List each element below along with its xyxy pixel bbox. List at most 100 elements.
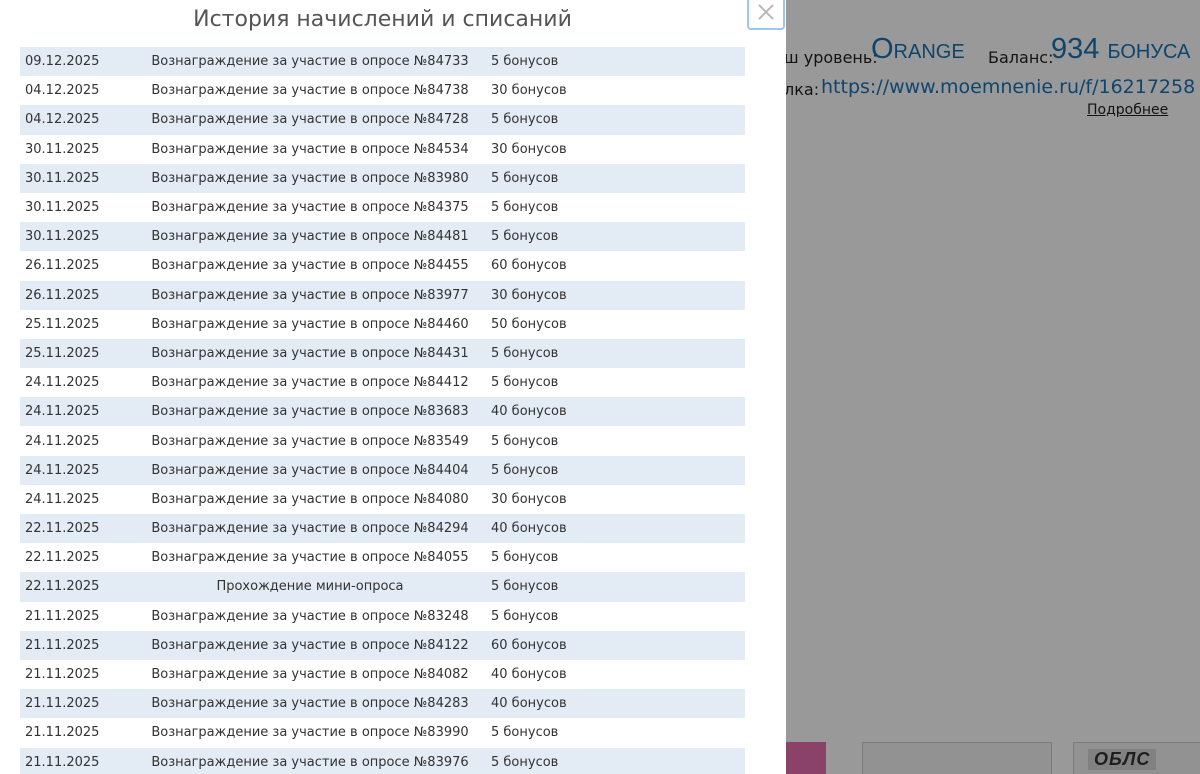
- row-description: Вознаграждение за участие в опросе №8398…: [151, 170, 469, 186]
- row-amount: 5 бонусов: [491, 112, 559, 128]
- row-description: Вознаграждение за участие в опросе №8429…: [151, 521, 469, 537]
- row-description: Вознаграждение за участие в опросе №8446…: [151, 316, 469, 332]
- row-date: 22.11.2025: [25, 550, 100, 566]
- row-date: 21.11.2025: [25, 637, 100, 653]
- table-row: 22.11.2025 Прохождение мини-опроса 5 бонус…: [20, 572, 745, 602]
- row-amount: 5 бонусов: [491, 229, 559, 245]
- row-date: 30.11.2025: [25, 170, 100, 186]
- table-row: 24.11.2025 Вознаграждение за участие в оп…: [20, 426, 745, 456]
- close-button[interactable]: [747, 0, 785, 30]
- table-row: 04.12.2025 Вознаграждение за участие в оп…: [20, 105, 745, 135]
- row-date: 24.11.2025: [25, 462, 100, 478]
- row-amount: 5 бонусов: [491, 725, 559, 741]
- row-amount: 5 бонусов: [491, 345, 559, 361]
- row-description: Вознаграждение за участие в опросе №8399…: [151, 725, 469, 741]
- row-date: 24.11.2025: [25, 491, 100, 507]
- row-description: Вознаграждение за участие в опросе №8412…: [151, 637, 469, 653]
- row-description: Вознаграждение за участие в опросе №8428…: [151, 696, 469, 712]
- history-table: 09.12.2025 Вознаграждение за участие в оп…: [20, 47, 745, 774]
- row-date: 04.12.2025: [25, 83, 100, 99]
- row-amount: 30 бонусов: [491, 141, 567, 157]
- row-description: Вознаграждение за участие в опросе №8473…: [151, 83, 469, 99]
- table-row: 21.11.2025 Вознаграждение за участие в оп…: [20, 747, 745, 774]
- row-date: 22.11.2025: [25, 521, 100, 537]
- row-date: 30.11.2025: [25, 200, 100, 216]
- modal-title: История начислений и списаний: [193, 7, 572, 32]
- table-row: 24.11.2025 Вознаграждение за участие в оп…: [20, 368, 745, 398]
- row-description: Вознаграждение за участие в опросе №8408…: [151, 491, 469, 507]
- table-row: 24.11.2025 Вознаграждение за участие в оп…: [20, 397, 745, 427]
- table-row: 21.11.2025 Вознаграждение за участие в оп…: [20, 659, 745, 690]
- row-description: Вознаграждение за участие в опросе №8441…: [151, 375, 469, 391]
- row-date: 04.12.2025: [25, 112, 100, 128]
- history-rows: 09.12.2025 Вознаграждение за участие в оп…: [20, 47, 745, 774]
- row-description: Вознаграждение за участие в опросе №8397…: [151, 754, 469, 770]
- table-row: 21.11.2025 Вознаграждение за участие в оп…: [20, 630, 745, 660]
- row-description: Вознаграждение за участие в опросе №8473…: [151, 54, 469, 70]
- row-amount: 5 бонусов: [491, 550, 559, 566]
- row-description: Вознаграждение за участие в опросе №8397…: [151, 287, 469, 303]
- row-amount: 60 бонусов: [491, 258, 567, 274]
- table-row: 26.11.2025 Вознаграждение за участие в оп…: [20, 280, 745, 310]
- row-date: 21.11.2025: [25, 696, 100, 712]
- row-date: 22.11.2025: [25, 579, 100, 595]
- row-amount: 40 бонусов: [491, 667, 567, 683]
- row-amount: 5 бонусов: [491, 170, 559, 186]
- row-date: 30.11.2025: [25, 229, 100, 245]
- row-date: 24.11.2025: [25, 433, 100, 449]
- row-amount: 5 бонусов: [491, 608, 559, 624]
- table-row: 25.11.2025 Вознаграждение за участие в оп…: [20, 338, 745, 369]
- row-date: 21.11.2025: [25, 608, 100, 624]
- row-date: 21.11.2025: [25, 667, 100, 683]
- row-date: 26.11.2025: [25, 258, 100, 274]
- row-description: Вознаграждение за участие в опросе №8472…: [151, 112, 469, 128]
- row-amount: 30 бонусов: [491, 491, 567, 507]
- row-amount: 40 бонусов: [491, 404, 567, 420]
- row-amount: 40 бонусов: [491, 696, 567, 712]
- table-row: 30.11.2025 Вознаграждение за участие в оп…: [20, 163, 745, 193]
- row-description: Вознаграждение за участие в опросе №8324…: [151, 608, 469, 624]
- row-amount: 5 бонусов: [491, 462, 559, 478]
- table-row: 26.11.2025 Вознаграждение за участие в оп…: [20, 251, 745, 281]
- table-row: 22.11.2025 Вознаграждение за участие в оп…: [20, 543, 745, 573]
- row-date: 25.11.2025: [25, 345, 100, 361]
- table-row: 25.11.2025 Вознаграждение за участие в оп…: [20, 309, 745, 339]
- table-row: 04.12.2025 Вознаграждение за участие в оп…: [20, 76, 745, 106]
- row-amount: 5 бонусов: [491, 579, 559, 595]
- row-amount: 5 бонусов: [491, 754, 559, 770]
- row-amount: 5 бонусов: [491, 433, 559, 449]
- table-row: 09.12.2025 Вознаграждение за участие в оп…: [20, 47, 745, 77]
- row-amount: 30 бонусов: [491, 287, 567, 303]
- row-date: 30.11.2025: [25, 141, 100, 157]
- table-row: 24.11.2025 Вознаграждение за участие в оп…: [20, 455, 745, 485]
- table-row: 24.11.2025 Вознаграждение за участие в оп…: [20, 484, 745, 514]
- row-date: 09.12.2025: [25, 54, 100, 70]
- row-date: 24.11.2025: [25, 375, 100, 391]
- row-amount: 5 бонусов: [491, 54, 559, 70]
- row-amount: 40 бонусов: [491, 521, 567, 537]
- table-row: 21.11.2025 Вознаграждение за участие в оп…: [20, 689, 745, 719]
- table-row: 21.11.2025 Вознаграждение за участие в оп…: [20, 601, 745, 631]
- row-date: 25.11.2025: [25, 316, 100, 332]
- row-description: Вознаграждение за участие в опросе №8443…: [151, 345, 469, 361]
- table-row: 22.11.2025 Вознаграждение за участие в оп…: [20, 514, 745, 544]
- row-description: Вознаграждение за участие в опросе №8405…: [151, 550, 469, 566]
- row-amount: 5 бонусов: [491, 200, 559, 216]
- row-amount: 60 бонусов: [491, 637, 567, 653]
- row-description: Вознаграждение за участие в опросе №8408…: [151, 667, 469, 683]
- row-description: Вознаграждение за участие в опросе №8440…: [151, 462, 469, 478]
- close-icon: [758, 4, 774, 20]
- table-row: 30.11.2025 Вознаграждение за участие в оп…: [20, 134, 745, 164]
- row-date: 21.11.2025: [25, 754, 100, 770]
- row-date: 24.11.2025: [25, 404, 100, 420]
- row-date: 21.11.2025: [25, 725, 100, 741]
- table-row: 21.11.2025 Вознаграждение за участие в оп…: [20, 718, 745, 748]
- row-description: Вознаграждение за участие в опросе №8453…: [151, 141, 469, 157]
- row-amount: 5 бонусов: [491, 375, 559, 391]
- row-amount: 50 бонусов: [491, 316, 567, 332]
- history-modal: История начислений и списаний 09.12.2025…: [0, 0, 786, 774]
- row-date: 26.11.2025: [25, 287, 100, 303]
- row-description: Вознаграждение за участие в опросе №8368…: [151, 404, 469, 420]
- table-row: 30.11.2025 Вознаграждение за участие в оп…: [20, 222, 745, 252]
- row-description: Вознаграждение за участие в опросе №8437…: [151, 200, 469, 216]
